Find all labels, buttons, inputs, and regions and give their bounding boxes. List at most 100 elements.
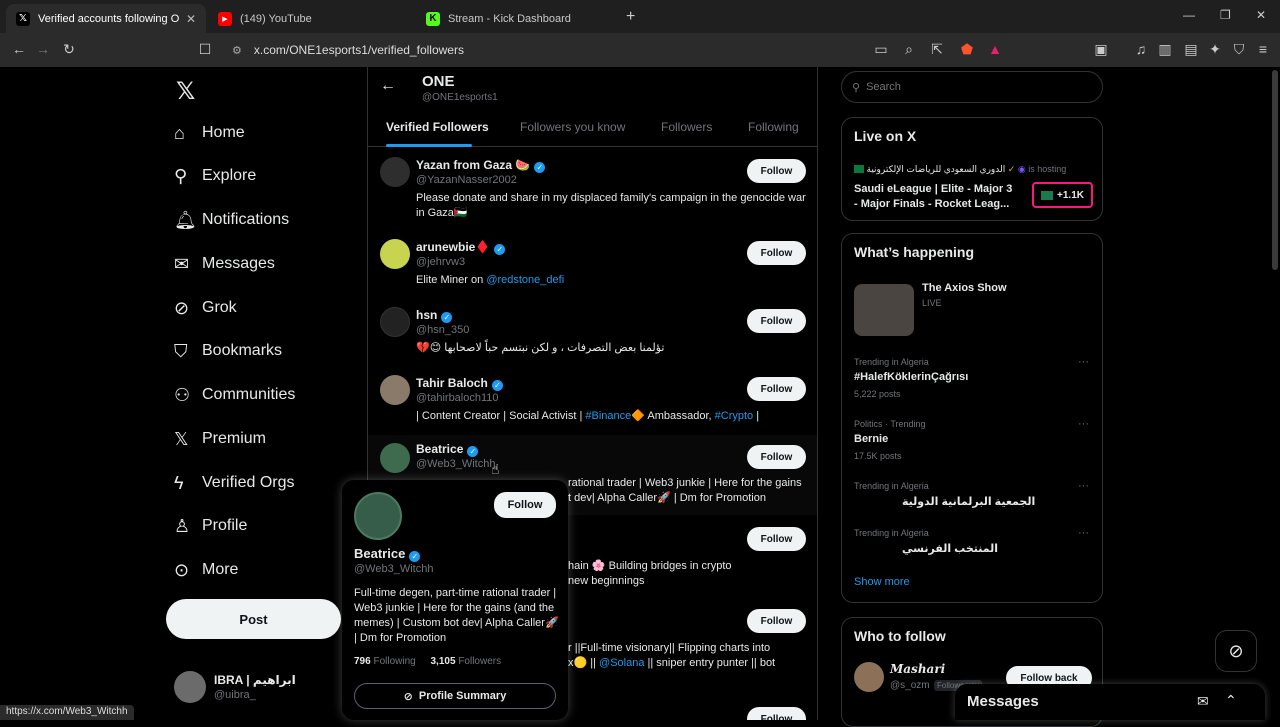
tab-following[interactable]: Following: [748, 120, 799, 134]
sidebar-item-explore[interactable]: ⚲ Explore: [166, 156, 256, 196]
site-info-icon[interactable]: ⚙: [232, 44, 242, 57]
sidebar-item-more[interactable]: ⊙ More: [166, 550, 238, 590]
share-icon[interactable]: ⇱: [928, 41, 946, 58]
bio-hashtag-link[interactable]: #Crypto: [715, 410, 754, 422]
media-icon[interactable]: ♫: [1132, 41, 1150, 57]
following-count[interactable]: 796: [354, 656, 371, 667]
sidebar-icon[interactable]: ▥: [1156, 41, 1174, 58]
new-tab-icon[interactable]: +: [626, 8, 635, 26]
profile-summary-button[interactable]: ⊘ Profile Summary: [354, 683, 556, 709]
zoom-icon[interactable]: ⌕: [900, 41, 918, 58]
user-name[interactable]: Tahir Baloch ✓: [416, 376, 503, 391]
maximize-icon[interactable]: ❐: [1220, 8, 1231, 22]
menu-icon[interactable]: ≡: [1254, 41, 1272, 57]
user-name[interactable]: Yazan from Gaza 🍉 ✓: [416, 158, 546, 173]
list-item[interactable]: Tahir Baloch ✓ @tahirbaloch110 | Content …: [368, 367, 817, 433]
scrollbar[interactable]: [1272, 70, 1278, 270]
vpn-icon[interactable]: ⛉: [1230, 41, 1248, 58]
more-options-icon[interactable]: ···: [1078, 527, 1089, 539]
search-input[interactable]: [866, 81, 1087, 93]
follow-button[interactable]: Follow: [747, 377, 806, 401]
avatar[interactable]: [854, 662, 884, 692]
live-listener-count[interactable]: +1.1K: [1032, 182, 1093, 208]
avatar[interactable]: [380, 157, 410, 187]
more-options-icon[interactable]: ···: [1078, 418, 1089, 430]
tab-followers[interactable]: Followers: [661, 120, 712, 134]
cast-icon[interactable]: ▭: [872, 41, 890, 58]
expand-icon[interactable]: ⌃: [1225, 692, 1237, 709]
tab-verified-followers[interactable]: Verified Followers: [386, 120, 489, 134]
sidebar-item-profile[interactable]: ♙ Profile: [166, 506, 247, 546]
trend-name[interactable]: #HalefKöklerinÇağrısı: [854, 371, 968, 383]
tab-x[interactable]: 𝕏 Verified accounts following ONE ✕: [6, 4, 206, 33]
tab-kick[interactable]: K Stream - Kick Dashboard: [416, 4, 616, 33]
show-thumbnail[interactable]: [854, 284, 914, 336]
avatar[interactable]: [354, 492, 402, 540]
bookmark-page-icon[interactable]: ☐: [196, 41, 214, 58]
avatar[interactable]: [380, 307, 410, 337]
popup-name[interactable]: Beatrice ✓: [354, 546, 421, 562]
tab-followers-you-know[interactable]: Followers you know: [520, 120, 625, 134]
brave-rewards-icon[interactable]: ▲: [986, 41, 1004, 57]
sidebar-item-bookmarks[interactable]: ⛉ Bookmarks: [166, 331, 282, 371]
close-icon[interactable]: ✕: [186, 12, 196, 26]
more-options-icon[interactable]: ···: [1078, 480, 1089, 492]
live-host[interactable]: الدوري السعودي للرياضات الإلكترونية ✓ ◉ …: [854, 164, 1066, 175]
trend-name[interactable]: الجمعية البرلمانية الدولية: [902, 495, 1092, 508]
follow-button[interactable]: Follow: [747, 527, 806, 551]
show-more-link[interactable]: Show more: [854, 576, 910, 588]
bio-mention-link[interactable]: @redstone_defi: [486, 274, 564, 286]
live-event[interactable]: Saudi eLeague | Elite - Major 3 - Major …: [854, 182, 1019, 212]
wallet-icon[interactable]: ▤: [1182, 41, 1200, 58]
bio-hashtag-link[interactable]: #Binance: [585, 410, 631, 422]
back-arrow-icon[interactable]: ←: [380, 77, 396, 95]
sidebar-item-communities[interactable]: ⚇ Communities: [166, 375, 295, 415]
bio-mention-link[interactable]: @Solana: [599, 657, 644, 669]
avatar[interactable]: [380, 239, 410, 269]
suggest-name[interactable]: Mashari: [890, 662, 945, 676]
tab-youtube[interactable]: ▶ (149) YouTube: [208, 4, 408, 33]
user-name[interactable]: hsn ✓: [416, 308, 453, 323]
sidebar-item-messages[interactable]: ✉ Messages: [166, 244, 275, 284]
follow-button[interactable]: Follow: [747, 707, 806, 720]
reload-icon[interactable]: ↻: [60, 41, 78, 58]
show-name[interactable]: The Axios Show: [922, 282, 1007, 294]
follow-button[interactable]: Follow: [747, 309, 806, 333]
search-box[interactable]: ⚲: [841, 71, 1103, 103]
url-field[interactable]: ⚙ x.com/ONE1esports1/verified_followers: [222, 37, 1012, 63]
trend-name[interactable]: المنتخب الفرنسي: [902, 542, 1092, 555]
follow-button[interactable]: Follow: [747, 241, 806, 265]
follow-button[interactable]: Follow: [747, 609, 806, 633]
follow-button[interactable]: Follow: [494, 492, 556, 518]
leo-ai-icon[interactable]: ✦: [1206, 41, 1224, 58]
post-button[interactable]: Post: [166, 599, 341, 639]
trend-name[interactable]: Bernie: [854, 433, 888, 445]
screenshot-icon[interactable]: ▣: [1092, 41, 1110, 58]
avatar[interactable]: [174, 671, 206, 703]
grok-button[interactable]: ⊘: [1215, 630, 1257, 672]
sidebar-item-grok[interactable]: ⊘ Grok: [166, 288, 237, 328]
sidebar-item-notifications[interactable]: 🔔︎ Notifications: [166, 200, 289, 240]
window-close-icon[interactable]: ✕: [1256, 8, 1266, 22]
new-message-icon[interactable]: ✉: [1197, 693, 1209, 710]
x-logo-icon[interactable]: 𝕏: [176, 77, 195, 106]
list-item[interactable]: arunewbie♦️ ✓ @jehrvw3 Elite Miner on @re…: [368, 231, 817, 297]
list-item[interactable]: Yazan from Gaza 🍉 ✓ @YazanNasser2002 Plea…: [368, 149, 817, 227]
followers-count[interactable]: 3,105: [431, 656, 456, 667]
avatar[interactable]: [380, 375, 410, 405]
avatar[interactable]: [380, 443, 410, 473]
minimize-icon[interactable]: —: [1183, 8, 1195, 22]
user-name[interactable]: Beatrice ✓: [416, 442, 479, 457]
messages-drawer[interactable]: Messages ✉ ⌃: [955, 684, 1265, 720]
user-name[interactable]: arunewbie♦️ ✓: [416, 240, 506, 255]
list-item[interactable]: hsn ✓ @hsn_350 تؤلمنا بعض التصرفات ، و لك…: [368, 299, 817, 365]
forward-icon[interactable]: →: [34, 41, 52, 57]
sidebar-item-premium[interactable]: 𝕏 Premium: [166, 419, 266, 459]
back-icon[interactable]: ←: [10, 41, 28, 57]
more-options-icon[interactable]: ···: [1078, 356, 1089, 368]
brave-shield-icon[interactable]: ⬟: [958, 41, 976, 58]
follow-button[interactable]: Follow: [747, 159, 806, 183]
sidebar-item-verified-orgs[interactable]: ϟ Verified Orgs: [166, 463, 294, 503]
follow-button[interactable]: Follow: [747, 445, 806, 469]
sidebar-item-home[interactable]: ⌂ Home: [166, 113, 245, 153]
